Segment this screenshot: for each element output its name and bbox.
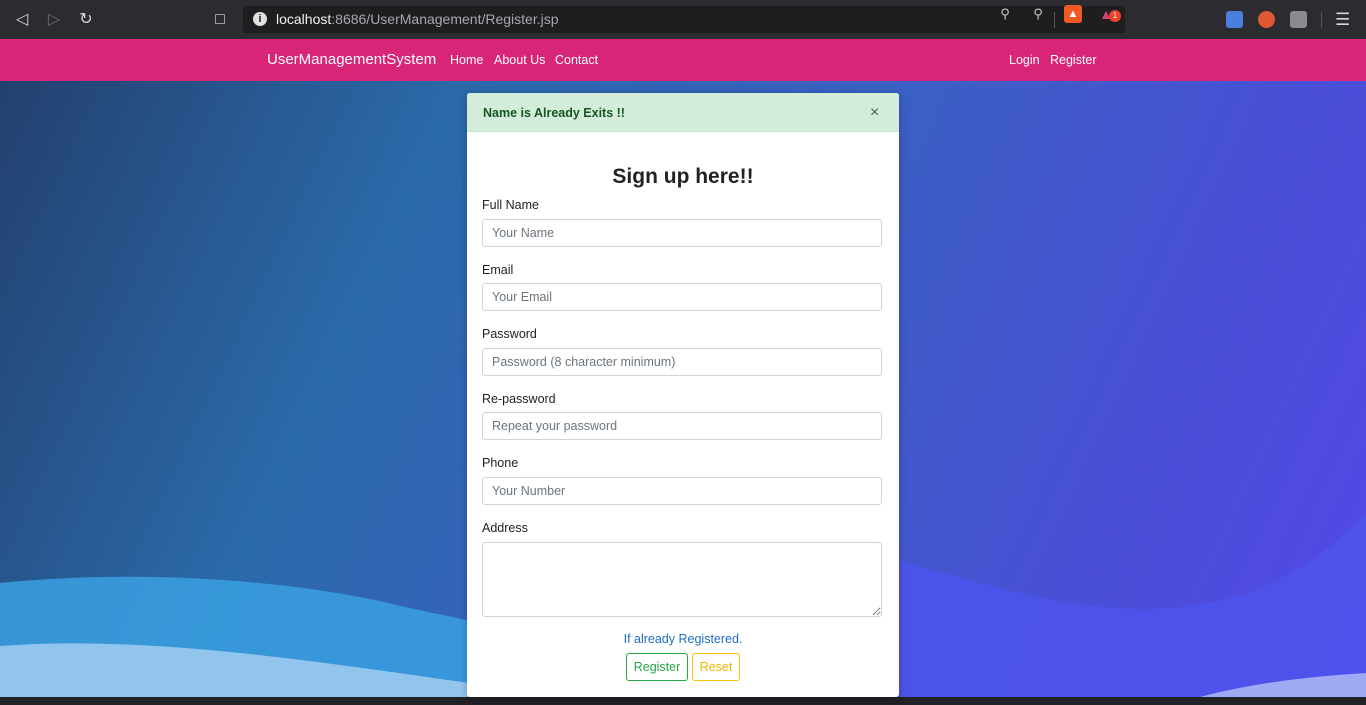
register-button[interactable]: Register xyxy=(626,653,688,681)
form-title: Sign up here!! xyxy=(612,165,754,188)
email-label: Email xyxy=(482,263,514,277)
site-info-icon[interactable]: i xyxy=(253,12,267,26)
address-bar[interactable]: i localhost:8686/UserManagement/Register… xyxy=(243,6,1125,33)
login-link[interactable]: If already Registered. xyxy=(467,632,899,646)
duckduckgo-extension-icon[interactable] xyxy=(1258,11,1275,28)
zoom-icon[interactable]: ⚲ xyxy=(1029,5,1047,23)
password-input[interactable] xyxy=(482,348,882,376)
translate-extension-icon[interactable] xyxy=(1226,11,1243,28)
nav-home[interactable]: Home xyxy=(450,53,483,67)
menu-icon[interactable]: ☰ xyxy=(1335,10,1350,30)
reload-icon[interactable]: ↻ xyxy=(76,10,96,30)
nav-register[interactable]: Register xyxy=(1050,53,1097,67)
brand-link[interactable]: UserManagementSystem xyxy=(267,51,436,68)
email-input[interactable] xyxy=(482,283,882,311)
bookmark-icon[interactable]: □ xyxy=(210,10,230,30)
register-card: Name is Already Exits !! × Sign up here!… xyxy=(467,93,899,697)
full-name-input[interactable] xyxy=(482,219,882,247)
bottom-scrollbar-area xyxy=(0,697,1366,705)
url-text[interactable]: localhost:8686/UserManagement/Register.j… xyxy=(276,11,559,27)
nav-contact[interactable]: Contact xyxy=(555,53,598,67)
password-label: Password xyxy=(482,327,537,341)
error-alert: Name is Already Exits !! × xyxy=(467,93,899,132)
alert-message: Name is Already Exits !! xyxy=(483,106,625,120)
phone-label: Phone xyxy=(482,456,519,470)
browser-toolbar: ◁ ▷ ↻ □ i localhost:8686/UserManagement/… xyxy=(0,0,1366,40)
phone-input[interactable] xyxy=(482,477,882,505)
full-name-label: Full Name xyxy=(482,198,539,212)
site-navbar: UserManagementSystem Home About Us Conta… xyxy=(0,39,1366,81)
forward-icon[interactable]: ▷ xyxy=(44,10,64,30)
key-icon[interactable]: ⚲ xyxy=(996,5,1014,23)
nav-about-us[interactable]: About Us xyxy=(494,53,545,67)
toolbar-divider xyxy=(1321,12,1322,28)
repassword-label: Re-password xyxy=(482,392,556,406)
repassword-input[interactable] xyxy=(482,412,882,440)
close-icon[interactable]: × xyxy=(870,104,879,122)
back-icon[interactable]: ◁ xyxy=(12,10,32,30)
extensions-icon[interactable] xyxy=(1290,11,1307,28)
rewards-badge: 1 xyxy=(1109,10,1121,22)
toolbar-divider xyxy=(1054,12,1055,28)
address-label: Address xyxy=(482,521,528,535)
nav-login[interactable]: Login xyxy=(1009,53,1040,67)
reset-button[interactable]: Reset xyxy=(692,653,740,681)
brave-shields-icon[interactable]: ▲ xyxy=(1064,5,1082,23)
address-textarea[interactable] xyxy=(482,542,882,617)
